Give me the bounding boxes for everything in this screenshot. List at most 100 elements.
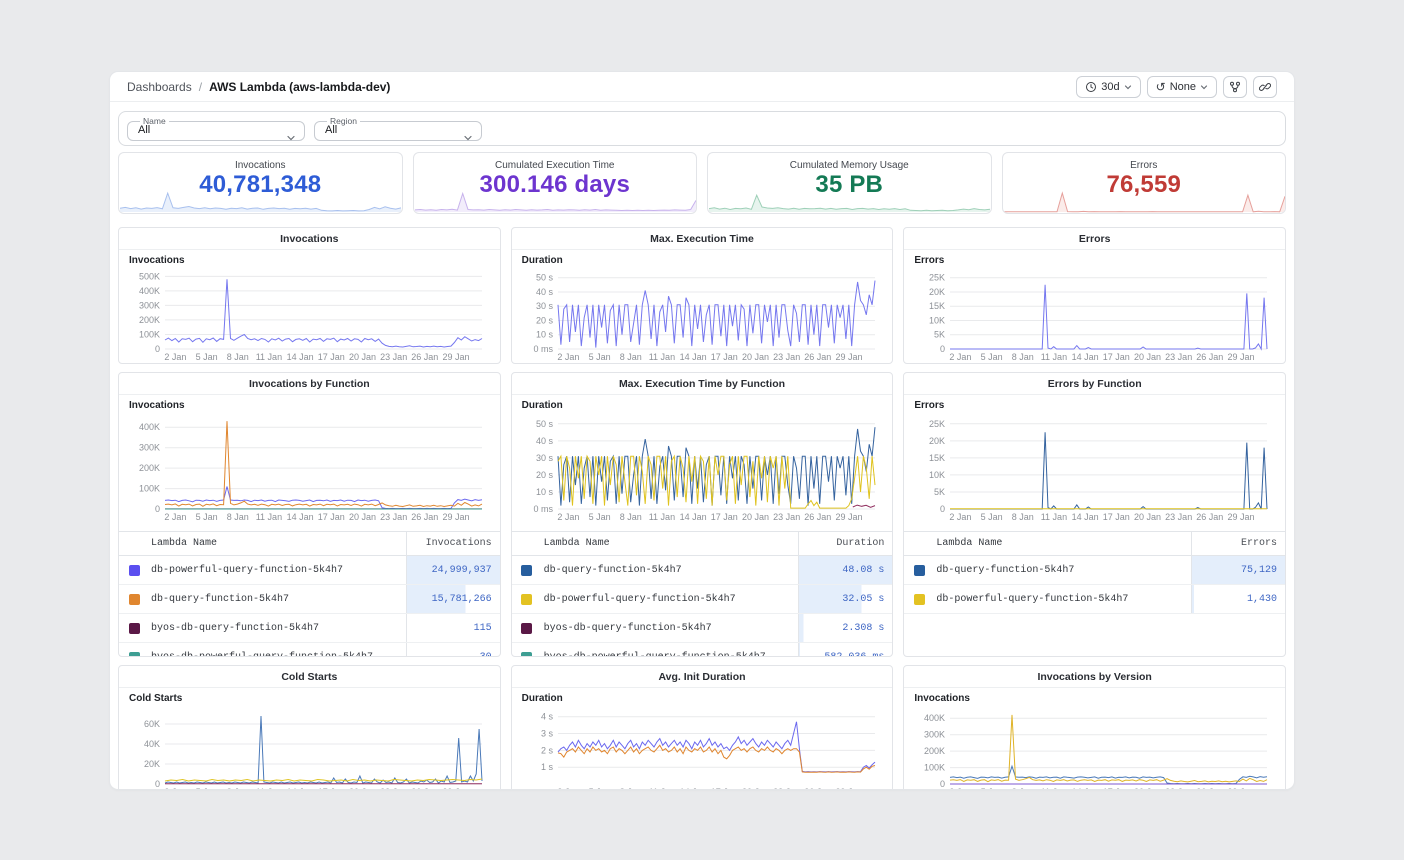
series-color-swatch [521, 565, 532, 576]
svg-text:29 Jan: 29 Jan [442, 352, 469, 362]
svg-text:5 Jan: 5 Jan [588, 352, 610, 362]
svg-text:50 s: 50 s [536, 419, 554, 429]
panel-title: Errors by Function [904, 373, 1285, 395]
table-row[interactable]: byos-db-powerful-query-function-5k4h730 [119, 643, 500, 657]
stat-card-invocations[interactable]: Invocations 40,781,348 [118, 152, 403, 214]
stat-card-memory-usage[interactable]: Cumulated Memory Usage 35 PB [707, 152, 992, 214]
svg-text:2 Jan: 2 Jan [557, 512, 579, 522]
svg-text:26 Jan: 26 Jan [804, 352, 831, 362]
svg-text:11 Jan: 11 Jan [256, 512, 282, 522]
svg-text:5 Jan: 5 Jan [981, 787, 1003, 789]
stat-card-errors[interactable]: Errors 76,559 [1002, 152, 1287, 214]
stat-sparkline [709, 189, 990, 213]
svg-text:25K: 25K [929, 273, 945, 283]
axis-label: Invocations [129, 255, 490, 266]
invocations-by-function-chart[interactable]: 400K300K200K100K02 Jan5 Jan8 Jan11 Jan14… [129, 413, 490, 522]
svg-text:2 Jan: 2 Jan [950, 512, 972, 522]
svg-text:30 s: 30 s [536, 453, 554, 463]
svg-text:17 Jan: 17 Jan [318, 352, 345, 362]
svg-text:2 Jan: 2 Jan [557, 352, 579, 362]
errors-by-function-chart[interactable]: 25K20K15K10K5K02 Jan5 Jan8 Jan11 Jan14 J… [914, 413, 1275, 522]
svg-text:8 Jan: 8 Jan [1012, 352, 1034, 362]
share-link-button[interactable] [1253, 76, 1277, 98]
svg-text:29 Jan: 29 Jan [835, 352, 862, 362]
table-row[interactable]: db-powerful-query-function-5k4h724,999,9… [119, 556, 500, 585]
table-row[interactable]: byos-db-powerful-query-function-5k4h7582… [512, 643, 893, 657]
svg-text:29 Jan: 29 Jan [442, 512, 469, 522]
app-header: Dashboards / AWS Lambda (aws-lambda-dev)… [110, 72, 1294, 102]
svg-text:40 s: 40 s [536, 287, 554, 297]
svg-text:11 Jan: 11 Jan [648, 787, 674, 789]
lambda-name-cell: db-query-function-5k4h7 [934, 556, 1191, 584]
svg-text:8 Jan: 8 Jan [619, 352, 641, 362]
svg-text:300K: 300K [139, 300, 160, 310]
max-execution-time-by-function-chart[interactable]: 50 s40 s30 s20 s10 s0 ms2 Jan5 Jan8 Jan1… [522, 413, 883, 522]
axis-label: Invocations [914, 693, 1275, 704]
svg-text:8 Jan: 8 Jan [619, 787, 641, 789]
svg-text:17 Jan: 17 Jan [318, 512, 345, 522]
breadcrumb-dashboards[interactable]: Dashboards [127, 80, 192, 94]
stat-sparkline [1004, 189, 1285, 213]
invocations-chart[interactable]: 500K400K300K200K100K02 Jan5 Jan8 Jan11 J… [129, 268, 490, 362]
svg-text:2 Jan: 2 Jan [164, 512, 186, 522]
avg-init-duration-chart[interactable]: 4 s3 s2 s1 s2 Jan5 Jan8 Jan11 Jan14 Jan1… [522, 706, 883, 789]
svg-text:100K: 100K [139, 484, 160, 494]
refresh-icon: ↺ [1156, 81, 1166, 93]
svg-text:10K: 10K [929, 470, 945, 480]
name-filter-select[interactable]: Name All [127, 116, 305, 141]
link-icon [1259, 81, 1271, 93]
max-execution-time-chart[interactable]: 50 s40 s30 s20 s10 s0 ms2 Jan5 Jan8 Jan1… [522, 268, 883, 362]
svg-text:20 Jan: 20 Jan [1134, 787, 1161, 789]
svg-text:0: 0 [155, 504, 160, 514]
invocations-by-version-chart[interactable]: 400K300K200K100K02 Jan5 Jan8 Jan11 Jan14… [914, 706, 1275, 789]
series-color-swatch [521, 652, 532, 658]
svg-text:29 Jan: 29 Jan [1228, 352, 1255, 362]
table-row[interactable]: db-powerful-query-function-5k4h732.05 s [512, 585, 893, 614]
lambda-name-cell: db-query-function-5k4h7 [149, 585, 406, 613]
svg-text:26 Jan: 26 Jan [411, 352, 438, 362]
table-row[interactable]: db-query-function-5k4h715,781,266 [119, 585, 500, 614]
svg-text:25K: 25K [929, 419, 945, 429]
panel-max-execution-time: Max. Execution Time Duration 50 s40 s30 … [511, 227, 894, 364]
svg-text:8 Jan: 8 Jan [227, 352, 249, 362]
stat-sparkline [120, 189, 401, 213]
svg-text:0: 0 [940, 344, 945, 354]
table-row[interactable]: db-query-function-5k4h748.08 s [512, 556, 893, 585]
svg-text:14 Jan: 14 Jan [287, 787, 314, 789]
svg-text:20 Jan: 20 Jan [1134, 512, 1161, 522]
svg-text:400K: 400K [139, 286, 160, 296]
errors-chart[interactable]: 25K20K15K10K5K02 Jan5 Jan8 Jan11 Jan14 J… [914, 268, 1275, 362]
table-row[interactable]: db-powerful-query-function-5k4h71,430 [904, 585, 1285, 614]
svg-text:20 Jan: 20 Jan [1134, 352, 1161, 362]
stat-card-execution-time[interactable]: Cumulated Execution Time 300.146 days [413, 152, 698, 214]
lambda-name-cell: byos-db-powerful-query-function-5k4h7 [542, 643, 799, 657]
chevron-down-icon [286, 133, 296, 143]
table-row[interactable]: byos-db-query-function-5k4h72.308 s [512, 614, 893, 643]
table-row[interactable]: byos-db-query-function-5k4h7115 [119, 614, 500, 643]
svg-text:5 Jan: 5 Jan [196, 787, 218, 789]
svg-text:14 Jan: 14 Jan [1072, 512, 1099, 522]
branch-button[interactable] [1223, 76, 1247, 98]
refresh-interval-button[interactable]: ↺ None [1147, 76, 1217, 98]
svg-text:8 Jan: 8 Jan [1012, 787, 1034, 789]
series-color-swatch [129, 594, 140, 605]
axis-label: Duration [522, 400, 883, 411]
table-row[interactable]: db-query-function-5k4h775,129 [904, 556, 1285, 585]
svg-text:14 Jan: 14 Jan [287, 512, 314, 522]
svg-text:17 Jan: 17 Jan [710, 512, 737, 522]
cold-starts-chart[interactable]: 60K40K20K02 Jan5 Jan8 Jan11 Jan14 Jan17 … [129, 706, 490, 789]
svg-text:11 Jan: 11 Jan [256, 787, 282, 789]
svg-text:11 Jan: 11 Jan [648, 512, 674, 522]
svg-text:29 Jan: 29 Jan [835, 512, 862, 522]
axis-label: Errors [914, 255, 1275, 266]
breadcrumb: Dashboards / AWS Lambda (aws-lambda-dev) [127, 80, 390, 94]
svg-text:4 s: 4 s [541, 712, 554, 722]
svg-text:11 Jan: 11 Jan [1041, 512, 1067, 522]
time-range-button[interactable]: 30d [1076, 76, 1140, 98]
region-filter-select[interactable]: Region All [314, 116, 482, 141]
lambda-name-cell: db-powerful-query-function-5k4h7 [542, 585, 799, 613]
series-color-swatch [521, 623, 532, 634]
svg-text:500K: 500K [139, 271, 160, 281]
svg-text:20 Jan: 20 Jan [742, 512, 769, 522]
axis-label: Invocations [129, 400, 490, 411]
